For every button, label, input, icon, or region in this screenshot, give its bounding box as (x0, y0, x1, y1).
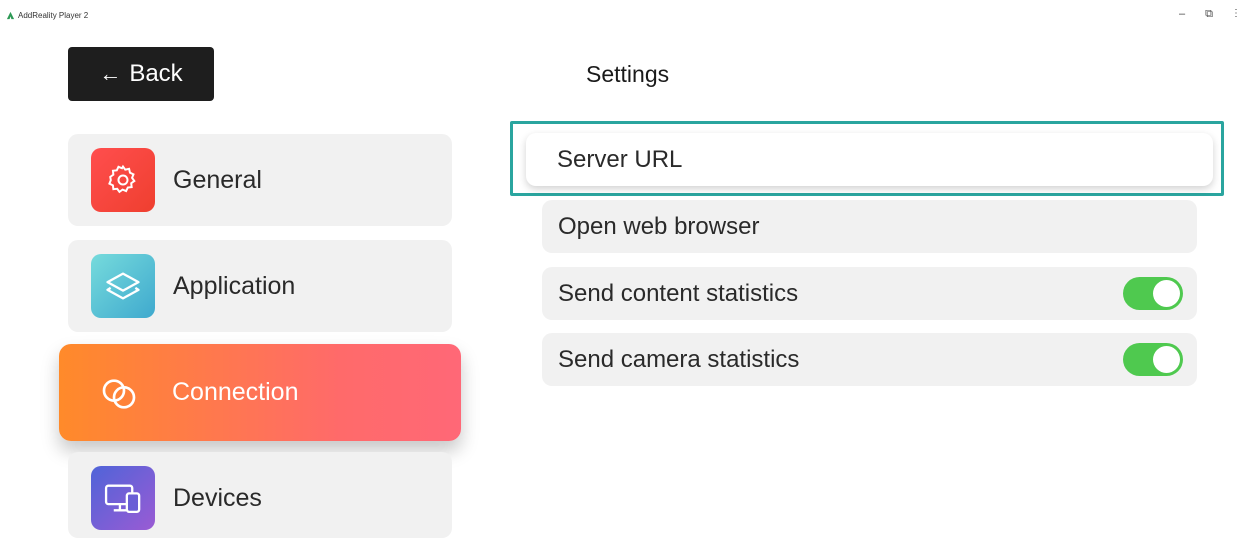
sidebar-item-application[interactable]: Application (68, 240, 452, 332)
link-icon (102, 379, 136, 409)
back-button-label: Back (129, 60, 183, 87)
row-label: Send camera statistics (558, 346, 800, 373)
sidebar-item-label: Application (173, 272, 296, 300)
window-title: AddReality Player 2 (18, 11, 89, 20)
send-camera-statistics-toggle[interactable] (1123, 343, 1183, 376)
toggle-knob (1153, 280, 1180, 307)
gear-icon (91, 148, 155, 212)
sidebar-item-label: General (173, 166, 262, 194)
open-web-browser-row[interactable]: Open web browser (542, 200, 1197, 253)
send-content-statistics-toggle[interactable] (1123, 277, 1183, 310)
sidebar-item-connection[interactable]: Connection (59, 344, 461, 441)
row-label: Send content statistics (558, 280, 799, 307)
sidebar-item-devices[interactable]: Devices (68, 452, 452, 538)
app-logo-icon (6, 11, 15, 20)
layers-icon (91, 254, 155, 318)
toggle-knob (1153, 346, 1180, 373)
send-camera-statistics-row: Send camera statistics (542, 333, 1197, 386)
sidebar-item-label: Devices (173, 484, 262, 512)
sidebar-item-general[interactable]: General (68, 134, 452, 226)
back-button[interactable]: ← Back (68, 47, 214, 101)
row-label: Open web browser (558, 213, 760, 240)
settings-title: Settings (586, 61, 670, 87)
back-arrow-icon: ← (99, 61, 122, 86)
close-button[interactable]: ⋮ (1230, 8, 1242, 20)
row-label: Server URL (557, 146, 683, 173)
sidebar-item-label: Connection (172, 378, 299, 406)
devices-icon (91, 466, 155, 530)
maximize-button[interactable]: ⧉ (1203, 8, 1215, 20)
minimize-button[interactable]: – (1176, 8, 1188, 20)
server-url-row[interactable]: Server URL (526, 133, 1213, 186)
window-titlebar: AddReality Player 2 – ⧉ ⋮ (0, 0, 1242, 30)
send-content-statistics-row: Send content statistics (542, 267, 1197, 320)
